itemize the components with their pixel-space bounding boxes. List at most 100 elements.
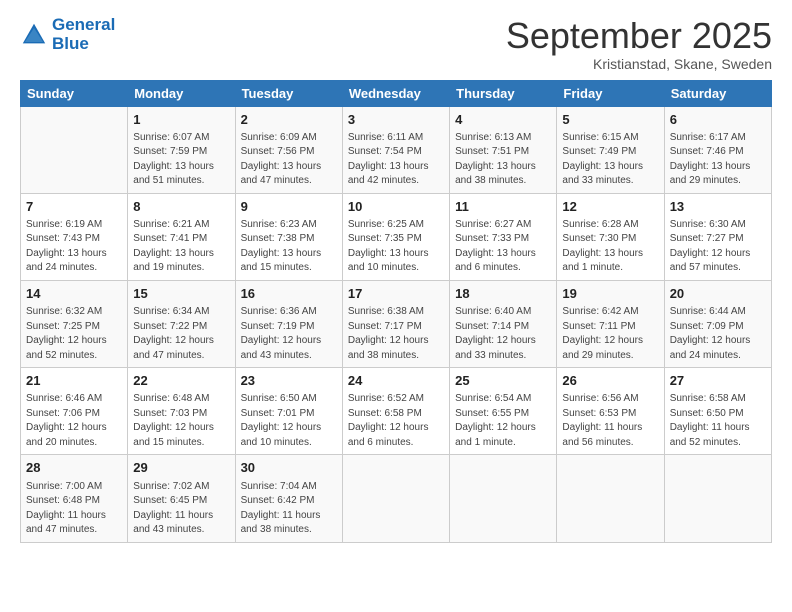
calendar-header-row: SundayMondayTuesdayWednesdayThursdayFrid… bbox=[21, 80, 772, 106]
calendar-cell: 19 Sunrise: 6:42 AMSunset: 7:11 PMDayligh… bbox=[557, 280, 664, 367]
day-number: 18 bbox=[455, 285, 551, 303]
calendar-week-5: 28 Sunrise: 7:00 AMSunset: 6:48 PMDayligh… bbox=[21, 455, 772, 542]
day-info: Sunrise: 6:25 AMSunset: 7:35 PMDaylight:… bbox=[348, 218, 444, 276]
day-info: Sunrise: 6:40 AMSunset: 7:14 PMDaylight:… bbox=[455, 305, 551, 363]
day-info: Sunrise: 6:28 AMSunset: 7:30 PMDaylight:… bbox=[562, 218, 658, 276]
day-number: 23 bbox=[241, 372, 337, 390]
day-info: Sunrise: 6:36 AMSunset: 7:19 PMDaylight:… bbox=[241, 305, 337, 363]
day-number: 2 bbox=[241, 111, 337, 129]
calendar-cell: 23Sunrise: 6:50 AMSunset: 7:01 PMDayligh… bbox=[235, 368, 342, 455]
calendar-cell bbox=[664, 455, 771, 542]
calendar-cell: 24 Sunrise: 6:52 AMSunset: 6:58 PMDayligh… bbox=[342, 368, 449, 455]
day-number: 7 bbox=[26, 198, 122, 216]
day-number: 15 bbox=[133, 285, 229, 303]
calendar-cell: 7 Sunrise: 6:19 AMSunset: 7:43 PMDaylight… bbox=[21, 193, 128, 280]
day-header-tuesday: Tuesday bbox=[235, 80, 342, 106]
day-info: Sunrise: 6:21 AMSunset: 7:41 PMDaylight:… bbox=[133, 218, 229, 276]
calendar-cell: 22 Sunrise: 6:48 AMSunset: 7:03 PMDayligh… bbox=[128, 368, 235, 455]
calendar-cell: 30 Sunrise: 7:04 AMSunset: 6:42 PMDayligh… bbox=[235, 455, 342, 542]
calendar-cell: 13Sunrise: 6:30 AMSunset: 7:27 PMDayligh… bbox=[664, 193, 771, 280]
calendar-cell: 16Sunrise: 6:36 AMSunset: 7:19 PMDayligh… bbox=[235, 280, 342, 367]
calendar-cell: 29 Sunrise: 7:02 AMSunset: 6:45 PMDayligh… bbox=[128, 455, 235, 542]
calendar-cell: 14 Sunrise: 6:32 AMSunset: 7:25 PMDayligh… bbox=[21, 280, 128, 367]
calendar-cell: 4Sunrise: 6:13 AMSunset: 7:51 PMDaylight… bbox=[450, 106, 557, 193]
calendar-cell: 10 Sunrise: 6:25 AMSunset: 7:35 PMDayligh… bbox=[342, 193, 449, 280]
calendar-week-2: 7 Sunrise: 6:19 AMSunset: 7:43 PMDaylight… bbox=[21, 193, 772, 280]
day-info: Sunrise: 6:07 AMSunset: 7:59 PMDaylight:… bbox=[133, 131, 229, 189]
day-number: 5 bbox=[562, 111, 658, 129]
day-info: Sunrise: 6:27 AMSunset: 7:33 PMDaylight:… bbox=[455, 218, 551, 276]
calendar-cell: 2 Sunrise: 6:09 AMSunset: 7:56 PMDaylight… bbox=[235, 106, 342, 193]
day-info: Sunrise: 6:11 AMSunset: 7:54 PMDaylight:… bbox=[348, 131, 444, 189]
page: General Blue September 2025 Kristianstad… bbox=[0, 0, 792, 612]
day-header-saturday: Saturday bbox=[664, 80, 771, 106]
day-info: Sunrise: 6:09 AMSunset: 7:56 PMDaylight:… bbox=[241, 131, 337, 189]
day-info: Sunrise: 6:32 AMSunset: 7:25 PMDaylight:… bbox=[26, 305, 122, 363]
day-number: 19 bbox=[562, 285, 658, 303]
day-info: Sunrise: 6:46 AMSunset: 7:06 PMDaylight:… bbox=[26, 392, 122, 450]
day-number: 9 bbox=[241, 198, 337, 216]
calendar-week-3: 14 Sunrise: 6:32 AMSunset: 7:25 PMDayligh… bbox=[21, 280, 772, 367]
calendar-cell: 15 Sunrise: 6:34 AMSunset: 7:22 PMDayligh… bbox=[128, 280, 235, 367]
calendar-cell bbox=[342, 455, 449, 542]
day-info: Sunrise: 6:54 AMSunset: 6:55 PMDaylight:… bbox=[455, 392, 551, 450]
day-info: Sunrise: 6:38 AMSunset: 7:17 PMDaylight:… bbox=[348, 305, 444, 363]
day-number: 10 bbox=[348, 198, 444, 216]
calendar-cell: 21Sunrise: 6:46 AMSunset: 7:06 PMDayligh… bbox=[21, 368, 128, 455]
day-number: 29 bbox=[133, 459, 229, 477]
day-info: Sunrise: 7:04 AMSunset: 6:42 PMDaylight:… bbox=[241, 480, 337, 538]
title-block: September 2025 Kristianstad, Skane, Swed… bbox=[506, 16, 772, 72]
calendar-cell: 20Sunrise: 6:44 AMSunset: 7:09 PMDayligh… bbox=[664, 280, 771, 367]
day-info: Sunrise: 6:13 AMSunset: 7:51 PMDaylight:… bbox=[455, 131, 551, 189]
calendar-cell: 8 Sunrise: 6:21 AMSunset: 7:41 PMDaylight… bbox=[128, 193, 235, 280]
day-number: 14 bbox=[26, 285, 122, 303]
day-header-wednesday: Wednesday bbox=[342, 80, 449, 106]
day-number: 8 bbox=[133, 198, 229, 216]
header: General Blue September 2025 Kristianstad… bbox=[20, 16, 772, 72]
day-number: 28 bbox=[26, 459, 122, 477]
day-info: Sunrise: 6:23 AMSunset: 7:38 PMDaylight:… bbox=[241, 218, 337, 276]
day-number: 22 bbox=[133, 372, 229, 390]
calendar-cell bbox=[557, 455, 664, 542]
day-info: Sunrise: 6:48 AMSunset: 7:03 PMDaylight:… bbox=[133, 392, 229, 450]
day-number: 26 bbox=[562, 372, 658, 390]
day-info: Sunrise: 7:00 AMSunset: 6:48 PMDaylight:… bbox=[26, 480, 122, 538]
day-info: Sunrise: 6:15 AMSunset: 7:49 PMDaylight:… bbox=[562, 131, 658, 189]
calendar-cell: 26Sunrise: 6:56 AMSunset: 6:53 PMDayligh… bbox=[557, 368, 664, 455]
calendar-week-1: 1 Sunrise: 6:07 AMSunset: 7:59 PMDaylight… bbox=[21, 106, 772, 193]
day-info: Sunrise: 6:17 AMSunset: 7:46 PMDaylight:… bbox=[670, 131, 766, 189]
day-number: 1 bbox=[133, 111, 229, 129]
calendar-cell: 28 Sunrise: 7:00 AMSunset: 6:48 PMDayligh… bbox=[21, 455, 128, 542]
day-number: 6 bbox=[670, 111, 766, 129]
calendar-cell: 25 Sunrise: 6:54 AMSunset: 6:55 PMDayligh… bbox=[450, 368, 557, 455]
calendar-week-4: 21Sunrise: 6:46 AMSunset: 7:06 PMDayligh… bbox=[21, 368, 772, 455]
logo: General Blue bbox=[20, 16, 115, 53]
subtitle: Kristianstad, Skane, Sweden bbox=[506, 56, 772, 72]
day-info: Sunrise: 6:19 AMSunset: 7:43 PMDaylight:… bbox=[26, 218, 122, 276]
day-info: Sunrise: 6:34 AMSunset: 7:22 PMDaylight:… bbox=[133, 305, 229, 363]
day-number: 25 bbox=[455, 372, 551, 390]
logo-text-blue: Blue bbox=[52, 35, 115, 54]
calendar-cell: 18 Sunrise: 6:40 AMSunset: 7:14 PMDayligh… bbox=[450, 280, 557, 367]
logo-text-general: General bbox=[52, 16, 115, 35]
day-number: 13 bbox=[670, 198, 766, 216]
day-number: 24 bbox=[348, 372, 444, 390]
calendar-cell: 5 Sunrise: 6:15 AMSunset: 7:49 PMDaylight… bbox=[557, 106, 664, 193]
logo-icon bbox=[20, 21, 48, 49]
calendar-cell: 6 Sunrise: 6:17 AMSunset: 7:46 PMDaylight… bbox=[664, 106, 771, 193]
calendar-cell: 3Sunrise: 6:11 AMSunset: 7:54 PMDaylight… bbox=[342, 106, 449, 193]
day-info: Sunrise: 7:02 AMSunset: 6:45 PMDaylight:… bbox=[133, 480, 229, 538]
day-header-sunday: Sunday bbox=[21, 80, 128, 106]
day-header-friday: Friday bbox=[557, 80, 664, 106]
calendar-cell: 12Sunrise: 6:28 AMSunset: 7:30 PMDayligh… bbox=[557, 193, 664, 280]
day-info: Sunrise: 6:42 AMSunset: 7:11 PMDaylight:… bbox=[562, 305, 658, 363]
calendar-cell bbox=[21, 106, 128, 193]
day-number: 30 bbox=[241, 459, 337, 477]
month-title: September 2025 bbox=[506, 16, 772, 56]
calendar-cell: 9 Sunrise: 6:23 AMSunset: 7:38 PMDaylight… bbox=[235, 193, 342, 280]
calendar-cell bbox=[450, 455, 557, 542]
day-info: Sunrise: 6:52 AMSunset: 6:58 PMDaylight:… bbox=[348, 392, 444, 450]
day-number: 17 bbox=[348, 285, 444, 303]
day-number: 11 bbox=[455, 198, 551, 216]
day-header-monday: Monday bbox=[128, 80, 235, 106]
